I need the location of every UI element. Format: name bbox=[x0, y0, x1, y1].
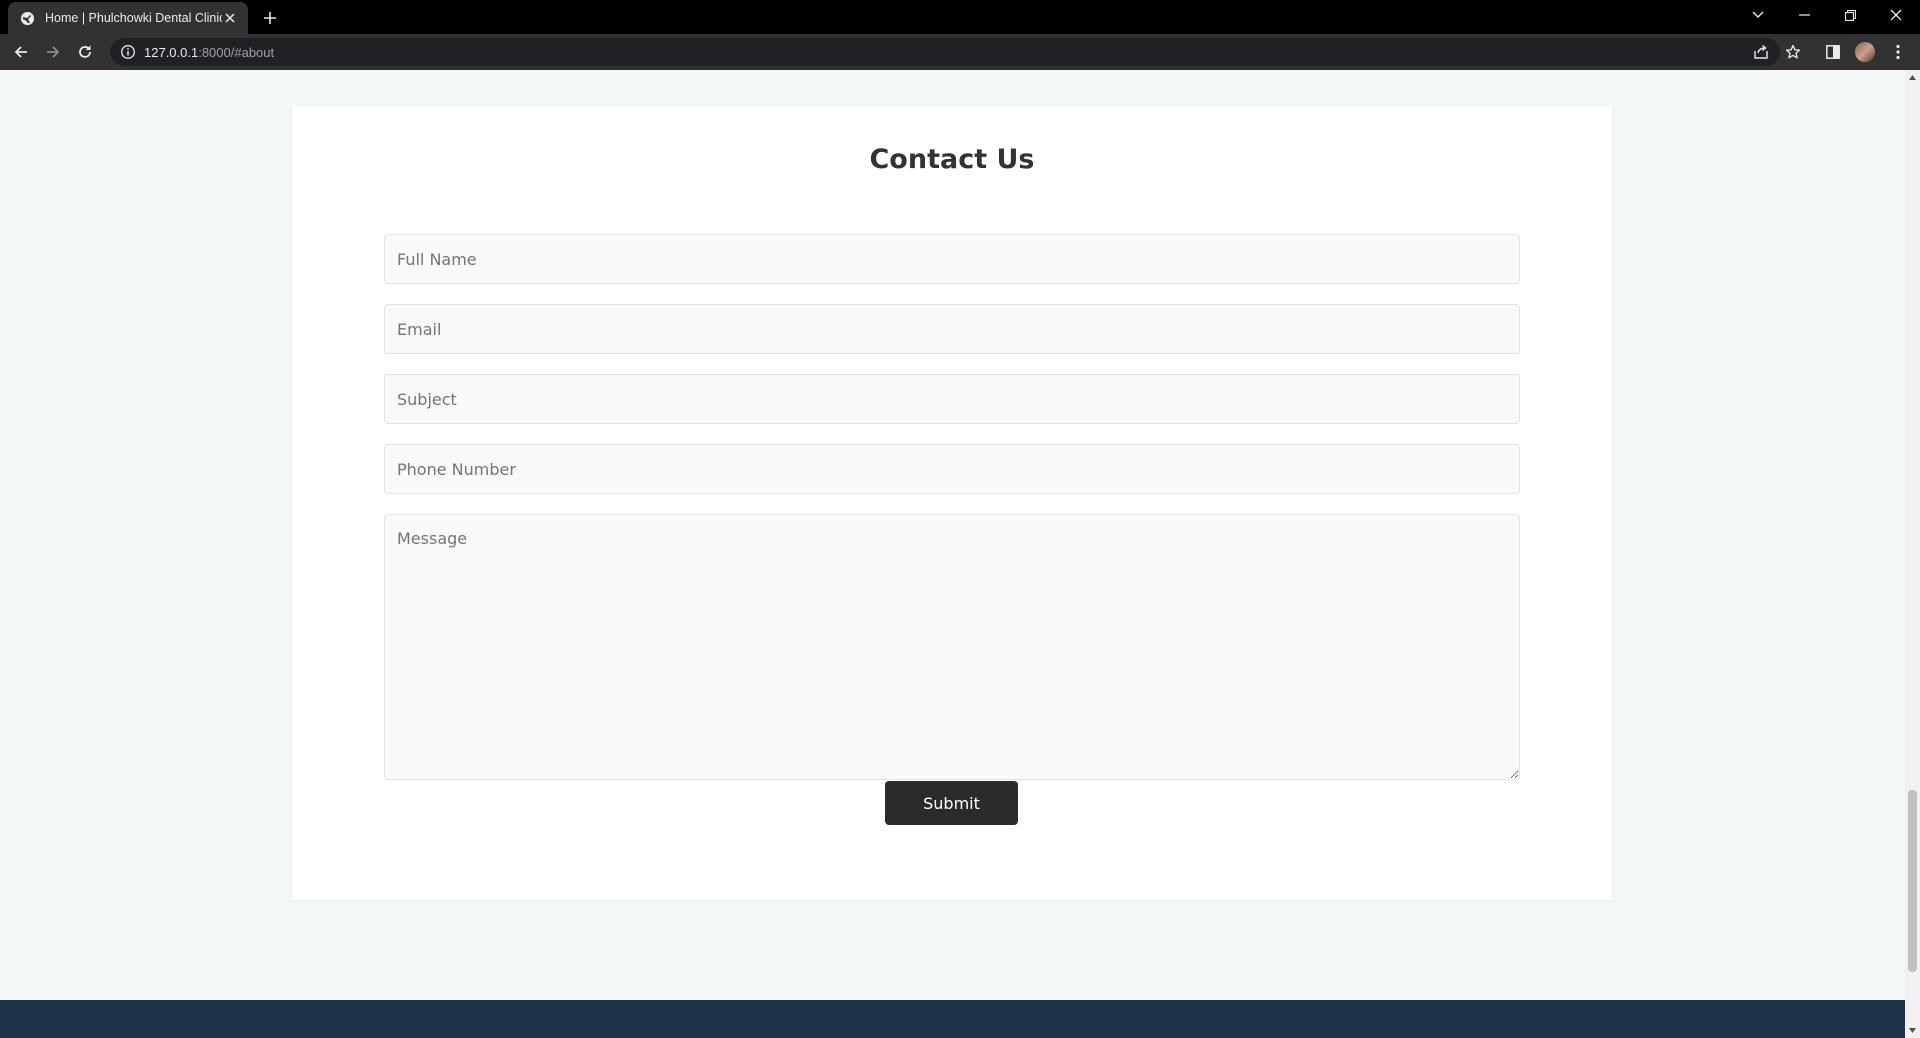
browser-menu-button[interactable] bbox=[1885, 39, 1911, 65]
avatar bbox=[1855, 42, 1875, 62]
page-viewport: Contact Us Submit bbox=[0, 70, 1905, 1038]
plus-icon bbox=[263, 11, 277, 25]
new-tab-button[interactable] bbox=[258, 6, 282, 30]
arrow-left-icon bbox=[13, 44, 29, 60]
minimize-icon bbox=[1798, 14, 1810, 16]
subject-input[interactable] bbox=[384, 374, 1520, 424]
contact-heading: Contact Us bbox=[869, 144, 1035, 175]
phone-number-input[interactable] bbox=[384, 444, 1520, 494]
tab-title: Home | Phulchowki Dental Clinic bbox=[45, 11, 222, 25]
scroll-up-arrow-icon[interactable] bbox=[1905, 70, 1920, 85]
share-button[interactable] bbox=[1749, 40, 1773, 64]
star-icon bbox=[1785, 44, 1801, 60]
back-button[interactable] bbox=[8, 39, 34, 65]
restore-icon bbox=[1844, 9, 1856, 21]
restore-button[interactable] bbox=[1827, 0, 1873, 30]
close-icon bbox=[1890, 9, 1902, 21]
scrollbar-thumb[interactable] bbox=[1908, 790, 1917, 972]
email-input[interactable] bbox=[384, 304, 1520, 354]
minimize-button[interactable] bbox=[1781, 0, 1827, 30]
side-panel-icon bbox=[1826, 45, 1840, 59]
url-text: 127.0.0.1:8000/#about bbox=[144, 45, 274, 60]
contact-card: Contact Us Submit bbox=[292, 106, 1612, 900]
message-textarea[interactable] bbox=[384, 514, 1520, 780]
browser-tab[interactable]: Home | Phulchowki Dental Clinic bbox=[8, 2, 248, 34]
url-path: :8000/#about bbox=[198, 44, 275, 60]
page-scrollbar[interactable] bbox=[1905, 70, 1920, 1038]
chevron-down-icon bbox=[1752, 11, 1764, 19]
address-bar[interactable]: 127.0.0.1:8000/#about bbox=[110, 38, 1780, 66]
submit-button[interactable]: Submit bbox=[885, 781, 1018, 825]
browser-tab-bar: Home | Phulchowki Dental Clinic bbox=[0, 0, 1920, 34]
forward-button[interactable] bbox=[40, 39, 66, 65]
profile-button[interactable] bbox=[1852, 39, 1878, 65]
tab-search-button[interactable] bbox=[1735, 0, 1781, 30]
full-name-input[interactable] bbox=[384, 234, 1520, 284]
window-close-button[interactable] bbox=[1873, 0, 1919, 30]
info-icon[interactable] bbox=[120, 44, 136, 60]
reload-button[interactable] bbox=[72, 39, 98, 65]
footer bbox=[0, 1000, 1905, 1038]
scroll-down-arrow-icon[interactable] bbox=[1905, 1023, 1920, 1038]
kebab-menu-icon bbox=[1896, 44, 1900, 60]
arrow-right-icon bbox=[45, 44, 61, 60]
close-icon[interactable] bbox=[222, 10, 238, 26]
reload-icon bbox=[77, 44, 93, 60]
share-icon bbox=[1753, 44, 1769, 60]
browser-toolbar: 127.0.0.1:8000/#about bbox=[0, 34, 1920, 70]
bookmark-button[interactable] bbox=[1781, 40, 1805, 64]
url-host: 127.0.0.1 bbox=[144, 44, 199, 60]
globe-icon bbox=[20, 11, 35, 26]
side-panel-button[interactable] bbox=[1820, 39, 1846, 65]
